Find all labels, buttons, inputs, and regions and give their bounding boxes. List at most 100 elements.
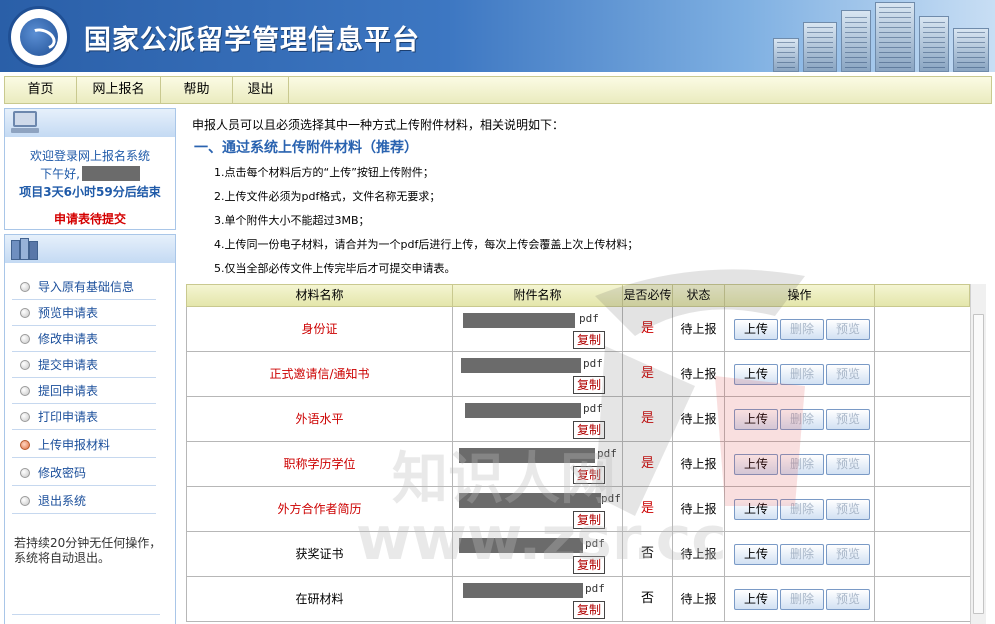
preview-button[interactable]: 预览 xyxy=(826,589,870,610)
csc-logo-icon xyxy=(8,6,70,68)
file-extension: pdf xyxy=(585,582,605,595)
preview-button[interactable]: 预览 xyxy=(826,364,870,385)
redacted-filename xyxy=(459,538,583,553)
preview-button[interactable]: 预览 xyxy=(826,409,870,430)
file-extension: pdf xyxy=(585,537,605,550)
upload-state: 待上报 xyxy=(673,397,725,441)
redacted-filename xyxy=(465,403,581,418)
rule-2: 2.上传文件必须为pdf格式，文件名称无要求； xyxy=(214,190,441,203)
operations-cell: 上传 删除 预览 xyxy=(725,532,875,576)
attachment-cell: pdf 复制 xyxy=(453,532,623,576)
attachment-cell: pdf 复制 xyxy=(453,577,623,621)
welcome-text: 欢迎登录网上报名系统 xyxy=(29,149,150,163)
material-name: 职称学历学位 xyxy=(187,442,453,486)
intro-text: 申报人员可以且必须选择其中一种方式上传附件材料，相关说明如下： xyxy=(192,118,565,132)
copy-button[interactable]: 复制 xyxy=(573,466,605,484)
nav-help[interactable]: 帮助 xyxy=(161,77,233,103)
file-extension: pdf xyxy=(601,492,621,505)
scrollbar-thumb[interactable] xyxy=(973,314,984,614)
menu-preview-application[interactable]: 预览申请表 xyxy=(12,300,156,326)
menu-submit-application[interactable]: 提交申请表 xyxy=(12,352,156,378)
nav-logout[interactable]: 退出 xyxy=(233,77,289,103)
preview-button[interactable]: 预览 xyxy=(826,499,870,520)
upload-button[interactable]: 上传 xyxy=(734,409,778,430)
redacted-filename xyxy=(461,358,581,373)
delete-button[interactable]: 删除 xyxy=(780,319,824,340)
operations-cell: 上传 删除 预览 xyxy=(725,487,875,531)
attachment-cell: pdf 复制 xyxy=(453,352,623,396)
upload-button[interactable]: 上传 xyxy=(734,589,778,610)
material-name: 身份证 xyxy=(187,307,453,351)
menu-change-password[interactable]: 修改密码 xyxy=(12,460,156,486)
required-flag: 是 xyxy=(623,307,673,351)
bullet-icon xyxy=(20,468,30,478)
bullet-icon xyxy=(20,308,30,318)
delete-button[interactable]: 删除 xyxy=(780,589,824,610)
delete-button[interactable]: 删除 xyxy=(780,499,824,520)
delete-button[interactable]: 删除 xyxy=(780,409,824,430)
copy-button[interactable]: 复制 xyxy=(573,376,605,394)
delete-button[interactable]: 删除 xyxy=(780,454,824,475)
menu-label: 修改申请表 xyxy=(38,332,99,346)
preview-button[interactable]: 预览 xyxy=(826,319,870,340)
table-row: 正式邀请信/通知书 pdf 复制 是 待上报 上传 删除 预览 xyxy=(186,352,970,397)
bullet-icon xyxy=(20,496,30,506)
copy-button[interactable]: 复制 xyxy=(573,511,605,529)
nav-bar: 首页 网上报名 帮助 退出 xyxy=(0,72,995,106)
main-content: 申报人员可以且必须选择其中一种方式上传附件材料，相关说明如下： 一、通过系统上传… xyxy=(180,106,995,624)
active-bullet-icon xyxy=(20,440,30,450)
delete-button[interactable]: 删除 xyxy=(780,364,824,385)
required-flag: 是 xyxy=(623,442,673,486)
bullet-icon xyxy=(20,360,30,370)
menu-import-basic-info[interactable]: 导入原有基础信息 xyxy=(12,274,156,300)
col-state: 状态 xyxy=(673,285,725,306)
nav-home[interactable]: 首页 xyxy=(5,77,77,103)
copy-button[interactable]: 复制 xyxy=(573,556,605,574)
menu-label: 提回申请表 xyxy=(38,384,99,398)
operations-cell: 上传 删除 预览 xyxy=(725,397,875,441)
menu-withdraw-application[interactable]: 提回申请表 xyxy=(12,378,156,404)
greeting-text: 下午好, xyxy=(40,167,80,181)
copy-button[interactable]: 复制 xyxy=(573,421,605,439)
upload-button[interactable]: 上传 xyxy=(734,499,778,520)
deadline-countdown: 项目3天6小时59分后结束 xyxy=(19,185,161,199)
menu-label: 打印申请表 xyxy=(38,410,99,424)
col-operations: 操作 xyxy=(725,285,875,306)
upload-button[interactable]: 上传 xyxy=(734,454,778,475)
upload-button[interactable]: 上传 xyxy=(734,364,778,385)
menu-exit-system[interactable]: 退出系统 xyxy=(12,488,156,514)
menu-label: 上传申报材料 xyxy=(38,438,111,452)
menu-label: 提交申请表 xyxy=(38,358,99,372)
col-material-name: 材料名称 xyxy=(187,285,453,306)
preview-button[interactable]: 预览 xyxy=(826,454,870,475)
divider xyxy=(12,614,160,615)
operations-cell: 上传 删除 预览 xyxy=(725,577,875,621)
user-info-panel: 欢迎登录网上报名系统 下午好, 项目3天6小时59分后结束 申请表待提交 xyxy=(4,108,176,230)
delete-button[interactable]: 删除 xyxy=(780,544,824,565)
nav-online-apply[interactable]: 网上报名 xyxy=(77,77,161,103)
copy-button[interactable]: 复制 xyxy=(573,331,605,349)
copy-button[interactable]: 复制 xyxy=(573,601,605,619)
table-scrollbar[interactable] xyxy=(970,284,986,624)
menu-print-application[interactable]: 打印申请表 xyxy=(12,404,156,430)
table-row: 获奖证书 pdf 复制 否 待上报 上传 删除 预览 xyxy=(186,532,970,577)
computer-icon xyxy=(11,111,41,133)
section-title: 一、通过系统上传附件材料（推荐） xyxy=(194,140,418,156)
panel-header xyxy=(5,109,175,137)
idle-timeout-note: 若持续20分钟无任何操作，系统将自动退出。 xyxy=(14,536,162,565)
redacted-filename xyxy=(459,493,601,508)
material-name: 外语水平 xyxy=(187,397,453,441)
redacted-username xyxy=(81,166,140,181)
buildings-illustration xyxy=(765,0,995,72)
menu-label: 退出系统 xyxy=(38,494,87,508)
bullet-icon xyxy=(20,334,30,344)
menu-upload-materials[interactable]: 上传申报材料 xyxy=(12,432,156,458)
material-name: 正式邀请信/通知书 xyxy=(187,352,453,396)
upload-button[interactable]: 上传 xyxy=(734,319,778,340)
upload-button[interactable]: 上传 xyxy=(734,544,778,565)
books-icon xyxy=(11,238,41,260)
operations-cell: 上传 删除 预览 xyxy=(725,442,875,486)
preview-button[interactable]: 预览 xyxy=(826,544,870,565)
col-required: 是否必传 xyxy=(623,285,673,306)
menu-edit-application[interactable]: 修改申请表 xyxy=(12,326,156,352)
